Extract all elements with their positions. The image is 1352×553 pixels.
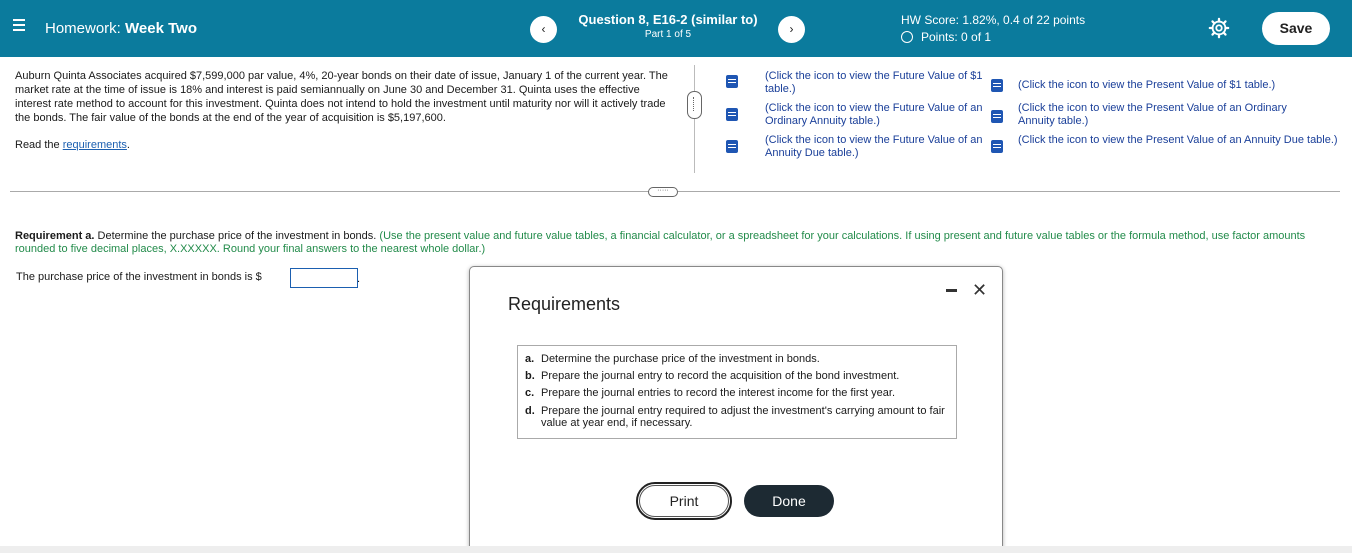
item-letter: a. <box>525 353 535 365</box>
pv-ordinary-table-link[interactable]: (Click the icon to view the Present Valu… <box>1018 102 1323 128</box>
points-text: Points: 0 of 1 <box>921 30 992 44</box>
menu-icon[interactable] <box>13 19 25 31</box>
problem-text: Auburn Quinta Associates acquired $7,599… <box>15 70 668 124</box>
previous-question-button[interactable]: ‹ <box>530 16 557 43</box>
next-question-button[interactable]: › <box>778 16 805 43</box>
requirement-a: Requirement a. Determine the purchase pr… <box>15 230 1335 256</box>
table-icon[interactable] <box>726 75 738 88</box>
vertical-divider <box>694 65 695 173</box>
homework-title: Homework: Week Two <box>45 20 197 37</box>
list-item: a. Determine the purchase price of the in… <box>525 353 820 365</box>
list-item: b. Prepare the journal entry to record th… <box>525 370 899 382</box>
table-icon[interactable] <box>726 108 738 121</box>
list-item: d. Prepare the journal entry required to … <box>525 405 945 429</box>
item-text: Prepare the journal entry to record the … <box>541 370 900 382</box>
item-text: Determine the purchase price of the inve… <box>541 353 820 365</box>
top-bar: Homework: Week Two ‹ Question 8, E16-2 (… <box>0 0 1352 57</box>
requirements-list: a. Determine the purchase price of the in… <box>517 345 957 439</box>
list-item: c. Prepare the journal entries to record … <box>525 387 895 399</box>
modal-title: Requirements <box>508 294 621 314</box>
read-suffix: . <box>126 139 130 151</box>
save-button[interactable]: Save <box>1262 12 1330 45</box>
print-button[interactable]: Print <box>636 482 732 520</box>
requirement-a-text: Determine the purchase price of the inve… <box>97 230 377 242</box>
score-panel: HW Score: 1.82%, 0.4 of 22 points Points… <box>901 13 1085 44</box>
homework-label: Homework: <box>45 20 121 37</box>
question-part: Part 1 of 5 <box>644 29 692 40</box>
fv1-table-link[interactable]: (Click the icon to view the Future Value… <box>765 70 987 96</box>
read-requirements: Read the requirements. <box>15 139 130 151</box>
done-button[interactable]: Done <box>744 485 834 517</box>
points-circle-icon <box>901 31 913 43</box>
item-letter: c. <box>525 387 535 399</box>
item-text: Prepare the journal entry required to ad… <box>541 405 945 429</box>
pv-due-table-link[interactable]: (Click the icon to view the Present Valu… <box>1018 134 1338 147</box>
fv-due-table-link[interactable]: (Click the icon to view the Future Value… <box>765 134 987 160</box>
item-letter: d. <box>525 405 535 417</box>
requirement-a-label: Requirement a. <box>15 230 95 242</box>
fv-ordinary-table-link[interactable]: (Click the icon to view the Future Value… <box>765 102 987 128</box>
table-icon[interactable] <box>726 140 738 153</box>
question-title-text: Question 8, E16-2 (similar to) <box>578 12 758 27</box>
answer-suffix: . <box>357 273 361 285</box>
pv1-table-link[interactable]: (Click the icon to view the Present Valu… <box>1018 79 1338 92</box>
answer-prefix: The purchase price of the investment in … <box>16 271 262 283</box>
item-letter: b. <box>525 370 535 382</box>
table-icon[interactable] <box>991 110 1003 123</box>
table-icon[interactable] <box>991 140 1003 153</box>
question-title: Question 8, E16-2 (similar to) Part 1 of… <box>560 12 776 40</box>
bottom-strip <box>0 546 1352 553</box>
minimize-icon[interactable] <box>946 289 957 292</box>
purchase-price-input[interactable] <box>290 268 358 288</box>
expand-handle[interactable]: ····· <box>648 187 678 197</box>
table-icon[interactable] <box>991 79 1003 92</box>
requirements-link[interactable]: requirements <box>63 139 127 151</box>
close-icon[interactable]: ✕ <box>972 280 987 301</box>
item-text: Prepare the journal entries to record th… <box>541 387 896 399</box>
requirements-modal: Requirements ✕ a. Determine the purchase … <box>469 266 1003 551</box>
pane-resize-handle[interactable] <box>687 91 702 119</box>
gear-icon[interactable] <box>1208 17 1230 39</box>
read-prefix: Read the <box>15 139 60 151</box>
hw-score: HW Score: 1.82%, 0.4 of 22 points <box>901 13 1086 27</box>
homework-name: Week Two <box>125 20 197 37</box>
